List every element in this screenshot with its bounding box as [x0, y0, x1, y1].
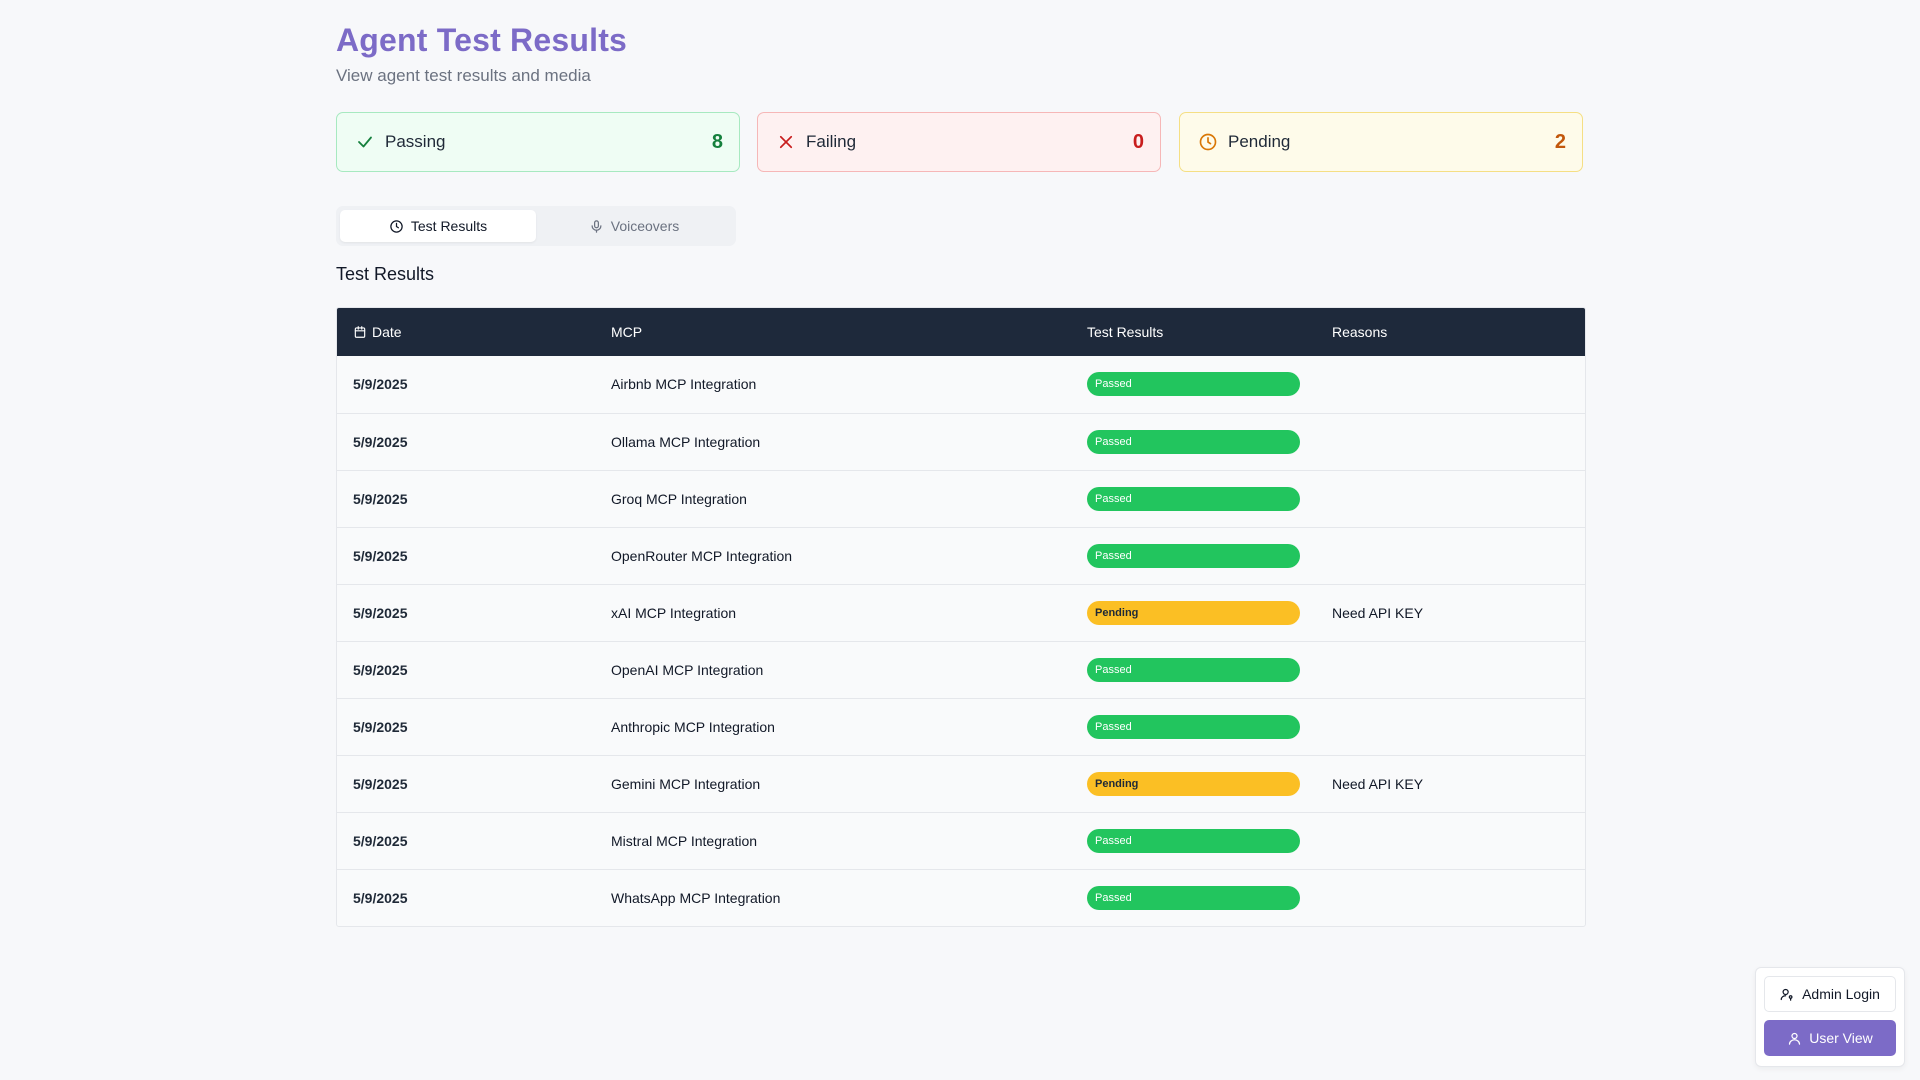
calendar-icon	[353, 325, 367, 339]
user-icon	[1787, 1031, 1802, 1046]
admin-login-label: Admin Login	[1802, 986, 1880, 1002]
result-cell: Passed	[1071, 869, 1316, 926]
result-cell: Passed	[1071, 812, 1316, 869]
reason-cell	[1316, 869, 1585, 926]
user-key-icon	[1780, 987, 1795, 1002]
passing-label: Passing	[385, 132, 446, 151]
reason-cell: Need API KEY	[1332, 775, 1424, 792]
result-cell: Passed	[1071, 641, 1316, 698]
table-header-row: Date MCP Test Results Reasons	[337, 308, 1585, 356]
x-icon	[776, 132, 796, 152]
column-header-date-label: Date	[372, 324, 402, 340]
failing-stat-card: Failing 0	[757, 112, 1161, 172]
date-cell: 5/9/2025	[353, 718, 408, 735]
pending-label: Pending	[1228, 132, 1291, 151]
table-row: 5/9/2025 Airbnb MCP Integration Passed	[337, 356, 1585, 413]
view-tabs: Test Results Voiceovers	[336, 206, 736, 246]
table-row: 5/9/2025 WhatsApp MCP Integration Passed	[337, 869, 1585, 926]
date-cell: 5/9/2025	[353, 376, 408, 393]
reason-cell	[1316, 812, 1585, 869]
mcp-cell: Mistral MCP Integration	[611, 832, 758, 849]
page-title: Agent Test Results	[336, 22, 628, 58]
date-cell: 5/9/2025	[353, 490, 408, 507]
mcp-cell: Anthropic MCP Integration	[611, 718, 775, 735]
tab-test-results[interactable]: Test Results	[340, 210, 536, 242]
status-badge: Pending	[1087, 600, 1300, 625]
table-row: 5/9/2025 Mistral MCP Integration Passed	[337, 812, 1585, 869]
status-badge: Passed	[1087, 657, 1300, 682]
clock-icon	[389, 219, 404, 234]
mcp-cell: Airbnb MCP Integration	[611, 376, 757, 393]
table-row: 5/9/2025 Groq MCP Integration Passed	[337, 470, 1585, 527]
microphone-icon	[589, 219, 604, 234]
mcp-cell: WhatsApp MCP Integration	[611, 889, 781, 906]
user-view-button[interactable]: User View	[1764, 1020, 1896, 1056]
reason-cell	[1316, 356, 1585, 413]
table-row: 5/9/2025 Anthropic MCP Integration Passed	[337, 698, 1585, 755]
passing-stat-card: Passing 8	[336, 112, 740, 172]
result-cell: Passed	[1071, 470, 1316, 527]
date-cell: 5/9/2025	[353, 433, 408, 450]
section-title: Test Results	[336, 264, 435, 284]
table-row: 5/9/2025 xAI MCP Integration Pending Need A…	[337, 584, 1585, 641]
result-cell: Passed	[1071, 527, 1316, 584]
status-badge: Passed	[1087, 885, 1300, 910]
column-header-test-results[interactable]: Test Results	[1071, 308, 1316, 356]
date-cell: 5/9/2025	[353, 604, 408, 621]
column-header-mcp[interactable]: MCP	[595, 308, 1071, 356]
pending-count: 2	[1554, 130, 1566, 153]
reason-cell	[1316, 470, 1585, 527]
mcp-cell: xAI MCP Integration	[611, 604, 737, 621]
mcp-cell: Ollama MCP Integration	[611, 433, 761, 450]
mcp-cell: Gemini MCP Integration	[611, 775, 761, 792]
result-cell: Passed	[1071, 413, 1316, 470]
view-switcher-panel: Admin Login User View	[1755, 967, 1905, 1067]
tab-voiceovers[interactable]: Voiceovers	[536, 210, 732, 242]
reason-cell	[1316, 698, 1585, 755]
mcp-cell: Groq MCP Integration	[611, 490, 747, 507]
status-badge: Passed	[1087, 486, 1300, 511]
date-cell: 5/9/2025	[353, 547, 408, 564]
status-badge: Passed	[1087, 429, 1300, 454]
check-icon	[355, 132, 375, 152]
failing-count: 0	[1132, 130, 1144, 153]
table-row: 5/9/2025 OpenRouter MCP Integration Passed	[337, 527, 1585, 584]
status-badge: Passed	[1087, 372, 1300, 397]
status-badge: Passed	[1087, 543, 1300, 568]
result-cell: Passed	[1071, 356, 1316, 413]
table-row: 5/9/2025 OpenAI MCP Integration Passed	[337, 641, 1585, 698]
result-cell: Pending	[1071, 584, 1316, 641]
reason-cell	[1316, 527, 1585, 584]
result-cell: Pending	[1071, 755, 1316, 812]
results-table: Date MCP Test Results Reasons 5/9/2025 Ai…	[336, 307, 1586, 927]
admin-login-button[interactable]: Admin Login	[1764, 976, 1896, 1012]
date-cell: 5/9/2025	[353, 775, 408, 792]
failing-label: Failing	[806, 132, 857, 151]
result-cell: Passed	[1071, 698, 1316, 755]
pending-stat-card: Pending 2	[1179, 112, 1583, 172]
table-body: 5/9/2025 Airbnb MCP Integration Passed 5/9/…	[337, 356, 1585, 926]
table-row: 5/9/2025 Gemini MCP Integration Pending Nee…	[337, 755, 1585, 812]
status-badge: Pending	[1087, 771, 1300, 796]
tab-test-results-label: Test Results	[410, 218, 488, 234]
clock-icon	[1198, 132, 1218, 152]
column-header-reasons[interactable]: Reasons	[1316, 308, 1585, 356]
tab-voiceovers-label: Voiceovers	[610, 218, 680, 234]
column-header-date[interactable]: Date	[337, 308, 595, 356]
reason-cell: Need API KEY	[1332, 604, 1424, 621]
mcp-cell: OpenRouter MCP Integration	[611, 547, 793, 564]
date-cell: 5/9/2025	[353, 661, 408, 678]
date-cell: 5/9/2025	[353, 889, 408, 906]
status-badge: Passed	[1087, 828, 1300, 853]
page-subtitle: View agent test results and media	[336, 66, 591, 85]
status-badge: Passed	[1087, 714, 1300, 739]
user-view-label: User View	[1809, 1030, 1873, 1046]
table-row: 5/9/2025 Ollama MCP Integration Passed	[337, 413, 1585, 470]
mcp-cell: OpenAI MCP Integration	[611, 661, 764, 678]
date-cell: 5/9/2025	[353, 832, 408, 849]
reason-cell	[1316, 641, 1585, 698]
passing-count: 8	[711, 130, 723, 153]
reason-cell	[1316, 413, 1585, 470]
